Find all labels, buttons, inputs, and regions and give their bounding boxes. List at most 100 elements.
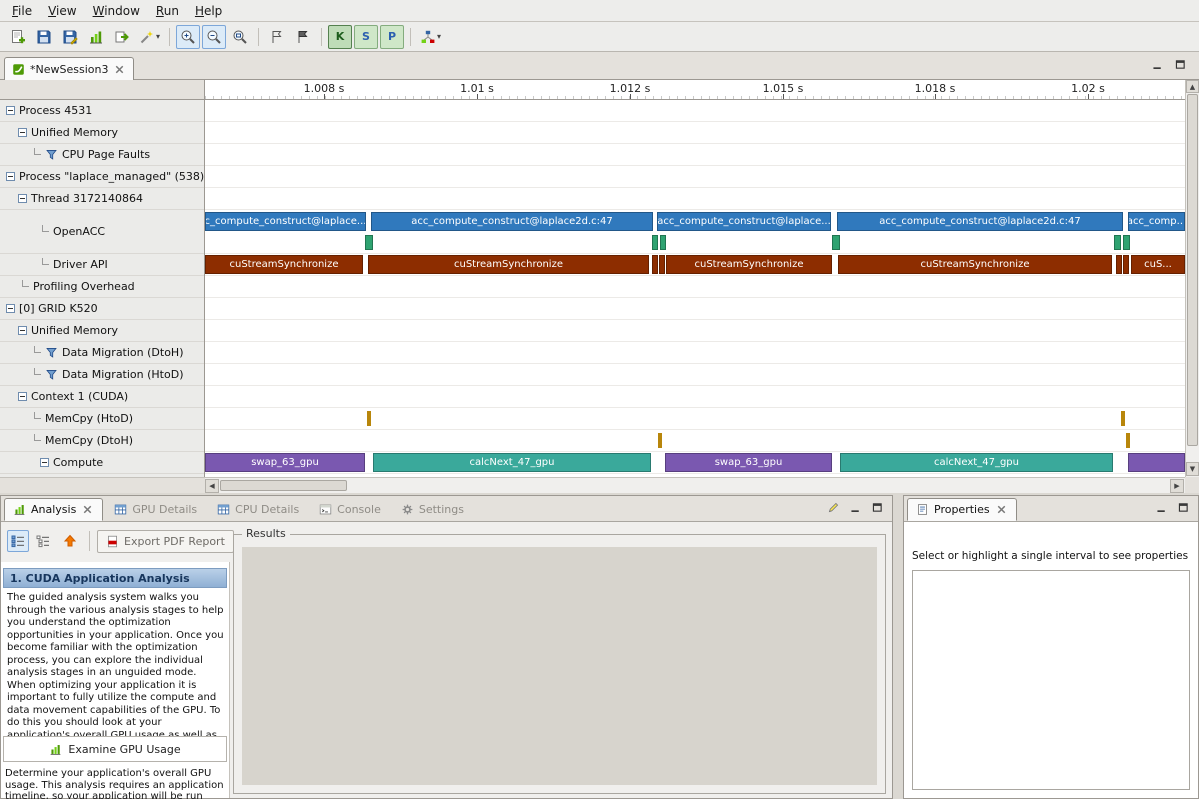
tree-row-memcpy-htod[interactable]: MemCpy (HtoD) xyxy=(0,408,204,430)
collapse-toggle-icon[interactable] xyxy=(18,392,27,401)
timeline-row-0-grid-k520[interactable] xyxy=(205,298,1185,320)
timeline-row-data-migration-dtoh[interactable] xyxy=(205,342,1185,364)
horizontal-scroll-thumb[interactable] xyxy=(220,480,347,491)
timeline-ruler[interactable]: 1.008 s1.01 s1.012 s1.015 s1.018 s1.02 s xyxy=(205,80,1185,100)
process-toggle-button[interactable]: P xyxy=(380,25,404,49)
tree-row-0-grid-k520[interactable]: [0] GRID K520 xyxy=(0,298,204,320)
openacc-waits-interval[interactable] xyxy=(652,235,658,250)
close-tab-icon[interactable] xyxy=(995,503,1008,516)
tree-row-unified-memory[interactable]: Unified Memory xyxy=(0,122,204,144)
timeline-row-unified-memory[interactable] xyxy=(205,122,1185,144)
tree-row-process-laplace-managed-538[interactable]: Process "laplace_managed" (538) xyxy=(0,166,204,188)
maximize-icon[interactable] xyxy=(1177,501,1190,514)
openacc-kernels-interval[interactable]: acc_compute_construct@laplace2d.c:47 xyxy=(371,212,653,231)
menu-file[interactable]: File xyxy=(4,2,40,20)
maximize-icon[interactable] xyxy=(871,501,884,514)
driver-api-interval[interactable] xyxy=(652,255,658,274)
timeline-rows[interactable]: c_compute_construct@laplace... acc_comput… xyxy=(205,100,1185,477)
menu-run[interactable]: Run xyxy=(148,2,187,20)
tree-row-thread-3172140864[interactable]: Thread 3172140864 xyxy=(0,188,204,210)
vertical-scroll-thumb[interactable] xyxy=(1187,94,1198,446)
export-pdf-button[interactable]: Export PDF Report xyxy=(97,530,234,553)
tab-properties[interactable]: Properties xyxy=(907,498,1017,521)
timeline-row-thread-3172140864[interactable] xyxy=(205,188,1185,210)
openacc-kernels-interval[interactable]: acc_compute_construct@laplace2d.c:47 xyxy=(837,212,1123,231)
export-button[interactable] xyxy=(110,25,134,49)
timeline-row-memcpy-htod[interactable] xyxy=(205,408,1185,430)
openacc-kernels-interval[interactable]: acc_comp... xyxy=(1128,212,1185,231)
tree-row-memcpy-dtoh[interactable]: MemCpy (DtoH) xyxy=(0,430,204,452)
close-tab-icon[interactable] xyxy=(81,503,94,516)
openacc-waits-interval[interactable] xyxy=(660,235,666,250)
save-button[interactable] xyxy=(32,25,56,49)
driver-api-interval[interactable] xyxy=(1123,255,1129,274)
timeline-row-process-4531[interactable] xyxy=(205,100,1185,122)
unguided-analysis-toggle[interactable] xyxy=(32,530,54,552)
tree-row-unified-memory[interactable]: Unified Memory xyxy=(0,320,204,342)
analysis-menu-button[interactable]: ▾ xyxy=(417,25,444,49)
driver-api-interval[interactable]: cuStreamSynchronize xyxy=(666,255,832,274)
configure-button[interactable]: ▾ xyxy=(136,25,163,49)
timeline-row-memcpy-dtoh[interactable] xyxy=(205,430,1185,452)
openacc-kernels-interval[interactable]: c_compute_construct@laplace... xyxy=(205,212,366,231)
menu-view[interactable]: View xyxy=(40,2,84,20)
scroll-up-icon[interactable]: ▲ xyxy=(1186,80,1199,93)
driver-api-interval[interactable]: cuS... xyxy=(1131,255,1185,274)
driver-api-interval[interactable]: cuStreamSynchronize xyxy=(205,255,363,274)
compute-interval[interactable] xyxy=(1128,453,1185,472)
timeline-row-profiling-overhead[interactable] xyxy=(205,276,1185,298)
tab-console[interactable]: Console xyxy=(310,498,390,521)
compute-interval[interactable]: swap_63_gpu xyxy=(665,453,832,472)
examine-gpu-usage-button[interactable]: Examine GPU Usage xyxy=(3,736,227,762)
timeline-row-unified-memory[interactable] xyxy=(205,320,1185,342)
collapse-toggle-icon[interactable] xyxy=(6,172,15,181)
tab-gpu-details[interactable]: GPU Details xyxy=(105,498,206,521)
minimize-icon[interactable] xyxy=(1155,501,1168,514)
driver-api-interval[interactable] xyxy=(1116,255,1122,274)
memcpy-htod-interval[interactable] xyxy=(1121,411,1125,426)
openacc-waits-interval[interactable] xyxy=(1123,235,1130,250)
timeline-row-process-laplace-managed-538[interactable] xyxy=(205,166,1185,188)
tree-row-openacc[interactable]: OpenACC xyxy=(0,210,204,254)
compute-interval[interactable]: calcNext_47_gpu xyxy=(373,453,651,472)
scroll-down-icon[interactable]: ▼ xyxy=(1186,462,1199,476)
tree-row-driver-api[interactable]: Driver API xyxy=(0,254,204,276)
horizontal-scrollbar[interactable]: ◀ ▶ xyxy=(205,477,1185,493)
scroll-left-icon[interactable]: ◀ xyxy=(205,479,219,493)
tree-row-process-4531[interactable]: Process 4531 xyxy=(0,100,204,122)
view-menu-icon[interactable] xyxy=(827,501,840,514)
compute-interval[interactable]: swap_63_gpu xyxy=(205,453,365,472)
filter-icon[interactable] xyxy=(45,346,58,359)
vertical-scrollbar[interactable]: ▲ ▼ xyxy=(1185,80,1199,477)
session-tab[interactable]: *NewSession3 xyxy=(4,57,134,81)
collapse-toggle-icon[interactable] xyxy=(6,106,15,115)
openacc-waits-interval[interactable] xyxy=(832,235,840,250)
zoom-in-button[interactable] xyxy=(176,25,200,49)
tree-row-cpu-page-faults[interactable]: CPU Page Faults xyxy=(0,144,204,166)
collapse-toggle-icon[interactable] xyxy=(18,194,27,203)
tree-row-profiling-overhead[interactable]: Profiling Overhead xyxy=(0,276,204,298)
kernel-toggle-button[interactable]: K xyxy=(328,25,352,49)
menu-help[interactable]: Help xyxy=(187,2,230,20)
openacc-waits-interval[interactable] xyxy=(1114,235,1121,250)
memcpy-htod-interval[interactable] xyxy=(367,411,371,426)
tree-row-data-migration-htod[interactable]: Data Migration (HtoD) xyxy=(0,364,204,386)
timeline-row-data-migration-htod[interactable] xyxy=(205,364,1185,386)
maximize-icon[interactable] xyxy=(1174,58,1187,71)
tab-cpu-details[interactable]: CPU Details xyxy=(208,498,308,521)
openacc-kernels-interval[interactable]: acc_compute_construct@laplace... xyxy=(657,212,831,231)
driver-api-interval[interactable]: cuStreamSynchronize xyxy=(838,255,1112,274)
scroll-right-icon[interactable]: ▶ xyxy=(1170,479,1184,493)
openacc-waits-interval[interactable] xyxy=(365,235,373,250)
collapse-toggle-icon[interactable] xyxy=(40,458,49,467)
minimize-icon[interactable] xyxy=(1151,58,1164,71)
collapse-toggle-icon[interactable] xyxy=(18,326,27,335)
compute-interval[interactable]: calcNext_47_gpu xyxy=(840,453,1113,472)
tree-row-compute[interactable]: Compute xyxy=(0,452,204,474)
menu-window[interactable]: Window xyxy=(85,2,148,20)
driver-api-interval[interactable] xyxy=(659,255,665,274)
filter-icon[interactable] xyxy=(45,368,58,381)
close-session-tab-icon[interactable] xyxy=(113,63,126,76)
zoom-out-button[interactable] xyxy=(202,25,226,49)
driver-api-interval[interactable]: cuStreamSynchronize xyxy=(368,255,649,274)
